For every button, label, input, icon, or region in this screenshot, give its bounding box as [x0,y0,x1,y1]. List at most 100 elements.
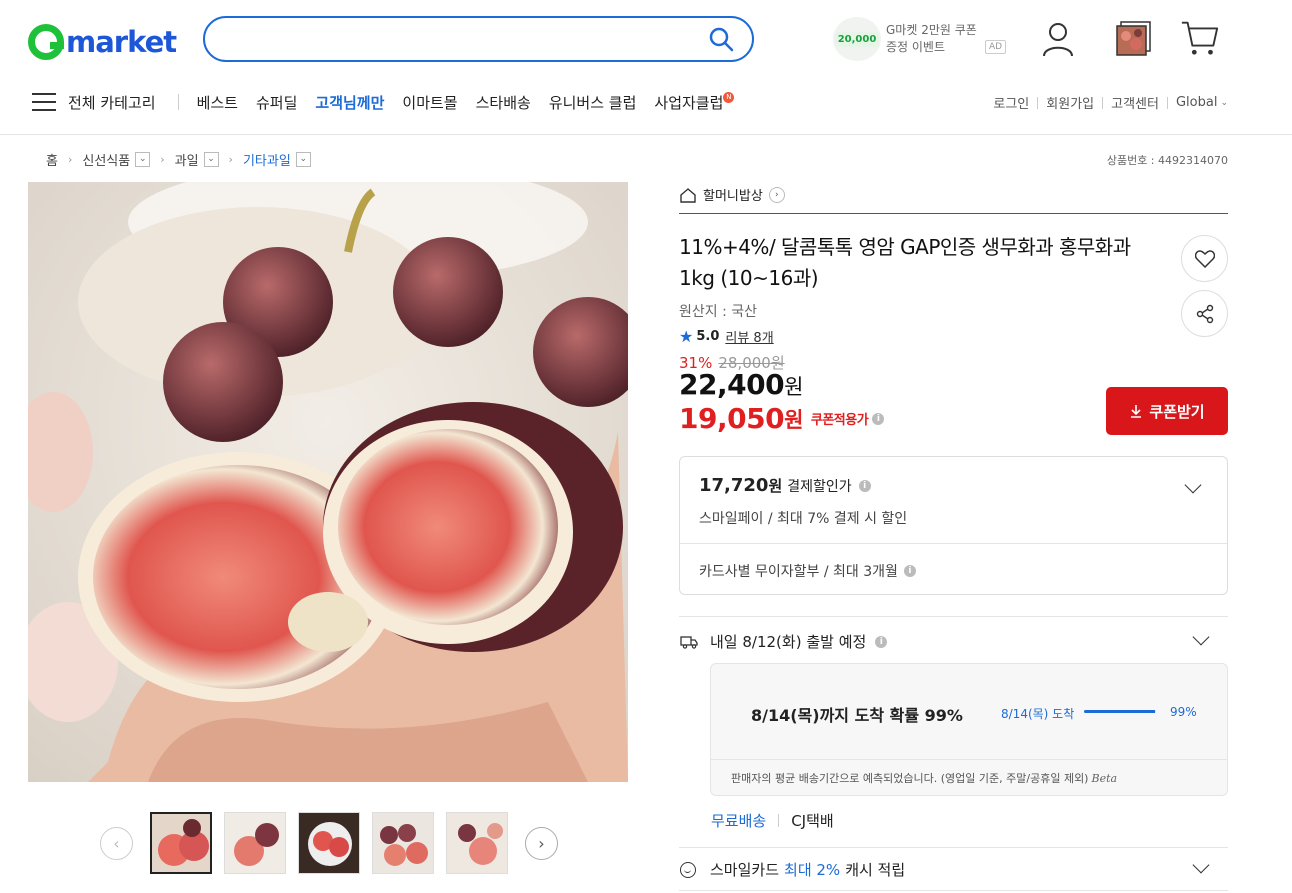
shop-link[interactable]: 할머니밥상 › [679,185,785,204]
chevron-down-icon: ⌄ [1220,97,1228,108]
info-icon[interactable]: i [858,479,871,492]
origin-info: 원산지 : 국산 [679,304,758,320]
get-coupon-button[interactable]: 쿠폰받기 [1106,387,1228,435]
signup-link[interactable]: 회원가입 [1046,93,1094,112]
recent-viewed-button[interactable] [1113,19,1153,59]
smilecard-cashback[interactable]: 스마일카드 최대 2% 캐시 적립 [680,859,905,880]
smilecard-suffix: 캐시 적립 [845,861,906,879]
delivery-prediction-box: 8/14(목)까지 도착 확률 99% 8/14(목) 도착 99% 판매자의 … [710,663,1228,796]
chevron-down-icon[interactable]: ⌄ [203,152,219,167]
gmarket-logo[interactable]: market [28,22,177,62]
thumbnail[interactable] [298,812,360,874]
share-button[interactable] [1181,290,1228,337]
thumbnail-image [373,813,433,873]
thumbnail[interactable] [224,812,286,874]
download-icon [1131,405,1142,418]
ad-line-2: 증정 이벤트 [886,40,946,54]
product-title: 11%+4%/ 달콤톡톡 영암 GAP인증 생무화과 홍무화과 1kg (10~… [679,235,1131,290]
nav-star-delivery[interactable]: 스타배송 [476,92,531,113]
my-account-button[interactable] [1038,19,1078,59]
payment-price-unit: 원 [768,477,783,495]
info-icon[interactable]: i [875,635,888,648]
get-coupon-label: 쿠폰받기 [1149,402,1205,421]
utility-links: 로그인 회원가입 고객센터 Global ⌄ [993,93,1228,112]
thumbnail-image [447,813,507,873]
smilecard-prefix: 스마일카드 [710,861,780,879]
ad-badge: AD [985,40,1007,54]
nav-emart[interactable]: 이마트몰 [402,92,457,113]
ad-text[interactable]: G마켓 2만원 쿠폰 증정 이벤트 [886,22,977,56]
chevron-right-icon: › [160,153,165,166]
recent-viewed-icon [1116,21,1151,56]
payment-sub-text: 스마일페이 / 최대 7% 결제 시 할인 [699,511,908,527]
sale-price-number: 22,400 [679,368,785,401]
ad-line-1: G마켓 2만원 쿠폰 [886,23,977,37]
wishlist-button[interactable] [1181,235,1228,282]
coupon-price-label: 쿠폰적용가 [810,413,869,428]
coupon-price-number: 19,050 [679,402,785,435]
section-divider [679,847,1228,848]
main-nav: 전체 카테고리 베스트 슈퍼딜 고객님께만 이마트몰 스타배송 유니버스 클럽 … [32,88,752,116]
payment-discount-box: 17,720 원 결제할인가 i 스마일페이 / 최대 7% 결제 시 할인 카드… [679,456,1228,595]
chevron-down-icon[interactable] [1192,856,1210,874]
payment-price-label: 결제할인가 [787,478,852,495]
delivery-note-text: 판매자의 평균 배송기간으로 예측되었습니다. (영업일 기준, 주말/공휴일 … [731,772,1089,785]
beta-label: Beta [1091,772,1118,785]
thumb-prev-button[interactable]: ‹ [100,826,133,860]
thumbnail[interactable] [372,812,434,874]
breadcrumb-level-2[interactable]: 과일 [175,150,199,169]
nav-all-categories[interactable]: 전체 카테고리 [68,92,156,113]
chevron-down-icon[interactable] [1184,476,1202,494]
cart-icon [1181,21,1219,55]
thumbnail-strip: ‹ › [100,812,558,874]
nav-business-club[interactable]: 사업자클럽 N [654,91,735,113]
breadcrumb-level-3[interactable]: 기타과일 [243,150,291,169]
thumbnail-image [299,813,359,873]
delivery-probability-text: 99% [1170,705,1197,719]
breadcrumb-level-1[interactable]: 신선식품 [82,150,130,169]
search-input[interactable] [225,18,705,60]
header-divider [0,134,1292,135]
delivery-arrival-label: 8/14(목) 도착 [1001,707,1075,721]
nav-for-you[interactable]: 고객님께만 [315,92,384,113]
global-link[interactable]: Global [1176,95,1217,110]
fig-photo [28,182,628,782]
payment-price-number: 17,720 [699,475,769,496]
user-icon [1043,23,1073,57]
section-divider [679,890,1228,891]
info-icon[interactable]: i [903,565,916,577]
product-main-image[interactable] [28,182,628,782]
info-icon[interactable]: i [872,412,885,425]
hamburger-icon[interactable] [32,93,56,111]
sale-price-unit: 원 [784,375,803,399]
shipping-schedule[interactable]: 내일 8/12(화) 출발 예정 i [680,631,888,652]
search-bar[interactable] [203,16,754,62]
search-icon[interactable] [708,26,734,52]
rating: ★ 5.0 리뷰 8개 [679,327,774,346]
coupon-price: 19,050 원 쿠폰적용가 i [679,402,885,435]
payment-divider [680,543,1227,544]
ad-coupon-image[interactable]: 20,000 [833,17,881,61]
thumbnail[interactable] [150,812,212,874]
thumb-next-button[interactable]: › [525,826,558,860]
chevron-down-icon[interactable] [1192,628,1210,646]
breadcrumb-home[interactable]: 홈 [46,150,58,169]
review-count-link[interactable]: 리뷰 8개 [725,327,773,346]
customer-center-link[interactable]: 고객센터 [1111,93,1159,112]
star-icon: ★ [679,327,694,346]
heart-icon [1194,249,1215,268]
smile-icon [680,861,696,878]
nav-best[interactable]: 베스트 [197,92,238,113]
new-badge: N [723,91,735,103]
chevron-right-icon: › [228,153,233,166]
shipping-schedule-text: 내일 8/12(화) 출발 예정 [710,633,867,651]
cart-button[interactable] [1180,17,1220,57]
login-link[interactable]: 로그인 [993,93,1029,112]
thumbnail[interactable] [446,812,508,874]
shipping-method: 무료배송 CJ택배 [711,810,834,831]
chevron-down-icon[interactable]: ⌄ [295,152,311,167]
delivery-prediction-main: 8/14(목)까지 도착 확률 99% [751,706,963,725]
chevron-down-icon[interactable]: ⌄ [135,152,151,167]
nav-superdeal[interactable]: 슈퍼딜 [256,92,297,113]
nav-universe-club[interactable]: 유니버스 클럽 [549,92,637,113]
